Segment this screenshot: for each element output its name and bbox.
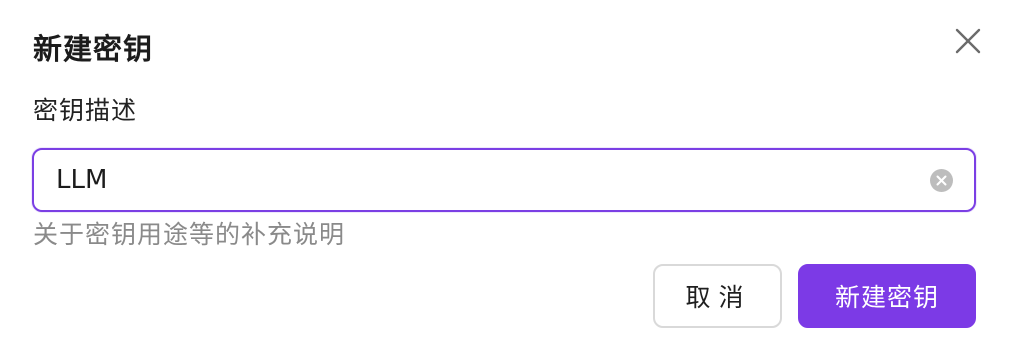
create-key-button[interactable]: 新建密钥	[798, 264, 976, 328]
close-button[interactable]	[953, 26, 983, 56]
new-key-dialog: 新建密钥 密钥描述 关于密钥用途等的补充说明 取消 新建密钥	[0, 0, 1010, 358]
key-description-label: 密钥描述	[33, 96, 138, 125]
key-description-help-text: 关于密钥用途等的补充说明	[33, 220, 346, 249]
key-description-input[interactable]	[56, 150, 916, 210]
clear-input-button[interactable]	[930, 169, 953, 192]
clear-circle-icon	[936, 175, 947, 186]
dialog-title: 新建密钥	[33, 32, 154, 66]
key-description-field[interactable]	[32, 148, 976, 212]
close-icon	[955, 28, 981, 54]
cancel-button[interactable]: 取消	[653, 264, 782, 328]
